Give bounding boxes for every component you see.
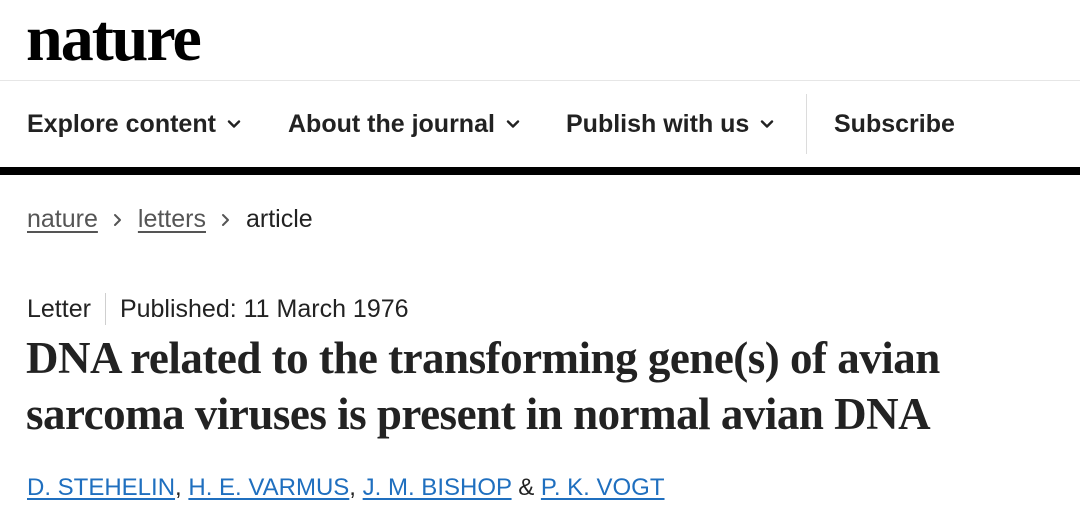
nav-label: Subscribe (834, 109, 955, 138)
author-list: D. STEHELIN, H. E. VARMUS, J. M. BISHOP … (27, 474, 665, 502)
site-header: nature (0, 0, 1080, 81)
breadcrumb-current: article (245, 205, 313, 233)
article-type: Letter (27, 294, 91, 323)
author-link[interactable]: J. M. BISHOP (363, 474, 512, 501)
article-title: DNA related to the transforming gene(s) … (26, 333, 940, 439)
published-date: Published: 11 March 1976 (119, 294, 409, 323)
author-separator: , (175, 474, 189, 501)
nature-logo[interactable]: nature (26, 0, 202, 78)
chevron-right-icon (112, 207, 124, 233)
nav-publish-with-us[interactable]: Publish with us (566, 81, 775, 167)
nav-subscribe[interactable]: Subscribe (834, 81, 955, 167)
author-separator: , (349, 474, 363, 501)
author-link[interactable]: H. E. VARMUS (188, 474, 349, 501)
nav-label: Publish with us (566, 109, 750, 138)
nav-label: Explore content (27, 109, 216, 138)
breadcrumb: nature letters article (27, 205, 313, 234)
chevron-down-icon (506, 120, 520, 128)
breadcrumb-link-letters[interactable]: letters (138, 205, 206, 234)
chevron-right-icon (220, 207, 232, 233)
article-meta: Letter Published: 11 March 1976 (27, 293, 409, 325)
breadcrumb-link-nature[interactable]: nature (27, 205, 98, 234)
author-link[interactable]: D. STEHELIN (27, 474, 175, 501)
meta-divider (104, 293, 106, 325)
author-link[interactable]: P. K. VOGT (541, 474, 665, 501)
nav-explore-content[interactable]: Explore content (27, 81, 242, 167)
nav-label: About the journal (288, 109, 495, 138)
nav-about-journal[interactable]: About the journal (288, 81, 521, 167)
author-separator: & (511, 474, 541, 501)
main-nav: Explore content About the journal Publis… (0, 81, 1080, 175)
chevron-down-icon (227, 120, 241, 128)
chevron-down-icon (761, 120, 774, 128)
nav-divider (806, 94, 807, 154)
